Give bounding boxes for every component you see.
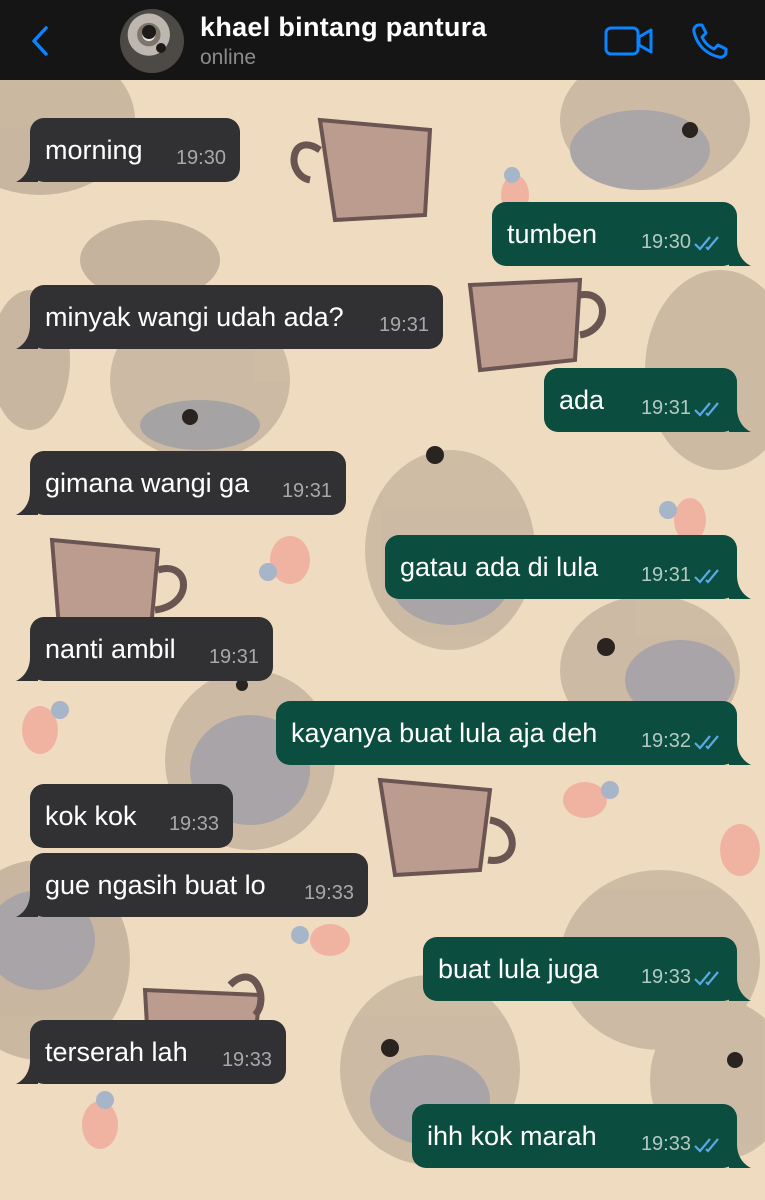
read-ticks-icon <box>694 971 719 986</box>
read-ticks-icon <box>694 735 719 750</box>
bubble-tail <box>729 242 751 266</box>
message-text: ihh kok marah <box>427 1121 597 1151</box>
bubble-tail <box>729 575 751 599</box>
message-time: 19:31 <box>281 480 332 502</box>
bubble-tail <box>16 657 38 681</box>
message-time: 19:31 <box>378 314 429 336</box>
message-text: gimana wangi ga <box>45 468 250 498</box>
bubble-tail <box>16 1060 38 1084</box>
message-text: buat lula juga <box>438 954 599 984</box>
message-bubble[interactable]: buat lula juga 19:33 <box>423 937 751 1001</box>
message-time: 19:33 <box>168 813 219 835</box>
message-text: gatau ada di lula <box>400 552 599 582</box>
message-bubble[interactable]: kayanya buat lula aja deh 19:32 <box>276 701 751 765</box>
read-ticks-icon <box>694 1138 719 1153</box>
phone-icon[interactable] <box>690 21 730 61</box>
message-time: 19:31 <box>640 397 691 419</box>
bubble-tail <box>729 1144 751 1168</box>
bubble-tail <box>16 491 38 515</box>
message-time: 19:30 <box>640 231 691 253</box>
message-bubble[interactable]: minyak wangi udah ada? 19:31 <box>16 285 443 349</box>
message-time: 19:33 <box>221 1049 272 1071</box>
message-text: tumben <box>507 219 598 249</box>
message-bubble[interactable]: ada 19:31 <box>544 368 751 432</box>
bubble-tail <box>16 325 38 349</box>
message-time: 19:30 <box>175 147 226 169</box>
bubble-tail <box>729 408 751 432</box>
chat-header: khael bintang pantura online <box>0 0 765 80</box>
contact-status: online <box>200 46 257 69</box>
video-camera-icon[interactable] <box>604 25 654 57</box>
bubble-tail <box>16 158 38 182</box>
message-text: gue ngasih buat lo <box>45 870 266 900</box>
message-bubble[interactable]: gatau ada di lula 19:31 <box>385 535 751 599</box>
message-text: ada <box>559 385 605 415</box>
message-bubble[interactable]: terserah lah 19:33 <box>16 1020 286 1084</box>
bubble-tail <box>729 977 751 1001</box>
message-time: 19:31 <box>640 564 691 586</box>
message-time: 19:33 <box>640 1133 691 1155</box>
message-bubble[interactable]: kok kok 19:33 <box>30 784 233 848</box>
message-time: 19:32 <box>640 730 691 752</box>
chevron-left-icon[interactable] <box>26 24 56 58</box>
message-text: minyak wangi udah ada? <box>45 302 344 332</box>
avatar[interactable] <box>120 9 184 73</box>
message-time: 19:33 <box>303 882 354 904</box>
message-bubble[interactable]: nanti ambil 19:31 <box>16 617 273 681</box>
message-text: kok kok <box>45 801 137 831</box>
read-ticks-icon <box>694 236 719 251</box>
message-bubble[interactable]: tumben 19:30 <box>492 202 751 266</box>
message-bubble[interactable]: gimana wangi ga 19:31 <box>16 451 346 515</box>
read-ticks-icon <box>694 402 719 417</box>
message-time: 19:31 <box>208 646 259 668</box>
message-text: morning <box>45 135 143 165</box>
contact-name[interactable]: khael bintang pantura <box>200 12 487 43</box>
message-text: nanti ambil <box>45 634 176 664</box>
message-time: 19:33 <box>640 966 691 988</box>
bubble-tail <box>729 741 751 765</box>
read-ticks-icon <box>694 569 719 584</box>
message-text: terserah lah <box>45 1037 188 1067</box>
message-bubble[interactable]: ihh kok marah 19:33 <box>412 1104 751 1168</box>
message-text: kayanya buat lula aja deh <box>291 718 598 748</box>
bubble-tail <box>16 893 38 917</box>
message-bubble[interactable]: morning 19:30 <box>16 118 240 182</box>
message-bubble[interactable]: gue ngasih buat lo 19:33 <box>16 853 368 917</box>
